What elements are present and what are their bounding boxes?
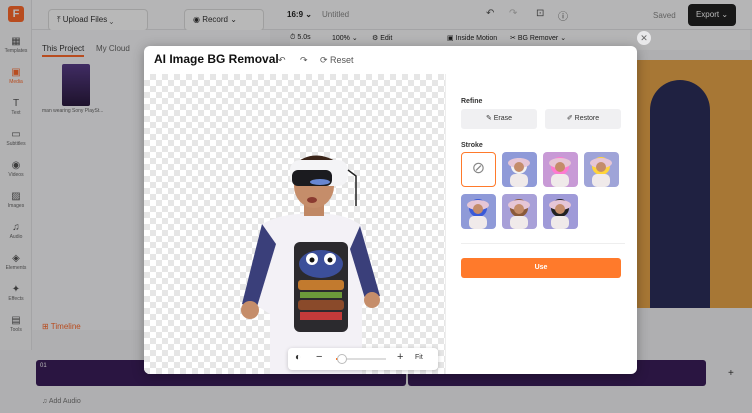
restore-button[interactable]: ✐ Restore: [545, 109, 621, 129]
reset-label: Reset: [330, 55, 354, 65]
stroke-option-3[interactable]: [584, 152, 619, 187]
no-stroke-icon: ⊘: [471, 160, 486, 177]
stroke-option-2[interactable]: [543, 152, 578, 187]
compare-icon[interactable]: ◐: [295, 352, 301, 363]
stroke-none-option[interactable]: ⊘: [461, 152, 496, 187]
refine-label: Refine: [461, 98, 483, 105]
stroke-option-6[interactable]: [543, 194, 578, 229]
stroke-preview-4: [467, 199, 489, 229]
stroke-option-4[interactable]: [461, 194, 496, 229]
reset-button[interactable]: ⟳ Reset: [320, 55, 354, 66]
modal-undo-icon[interactable]: ↶: [278, 55, 286, 66]
erase-button[interactable]: ✎ Erase: [461, 109, 537, 129]
stroke-preview-2: [549, 157, 571, 187]
fit-button[interactable]: Fit: [415, 354, 423, 361]
stroke-preview-1: [508, 158, 530, 187]
bg-removal-modal: AI Image BG Removal ↶ ↷ ⟳ Reset Refine ✎…: [144, 46, 637, 374]
section-divider: [461, 243, 625, 244]
stroke-option-5[interactable]: [502, 194, 537, 229]
modal-redo-icon[interactable]: ↷: [300, 55, 308, 66]
zoom-in-icon[interactable]: +: [397, 351, 403, 363]
stroke-option-1[interactable]: [502, 152, 537, 187]
close-icon: ✕: [640, 33, 648, 43]
zoom-out-icon[interactable]: −: [316, 351, 322, 363]
cutout-person: [241, 155, 380, 374]
erase-label: Erase: [493, 115, 513, 122]
stroke-label: Stroke: [461, 142, 483, 149]
stroke-preview-3: [590, 157, 612, 187]
transparent-canvas[interactable]: [144, 74, 445, 374]
stroke-preview-5: [508, 199, 530, 229]
stroke-preview-6: [549, 199, 571, 229]
canvas-zoom-bar: ◐ − + Fit: [288, 348, 438, 370]
restore-label: Restore: [574, 115, 600, 122]
use-button[interactable]: Use: [461, 258, 621, 278]
modal-divider: [445, 74, 446, 374]
modal-close-button[interactable]: ✕: [637, 31, 651, 45]
zoom-slider-handle[interactable]: [337, 354, 347, 364]
modal-title: AI Image BG Removal: [154, 52, 279, 66]
